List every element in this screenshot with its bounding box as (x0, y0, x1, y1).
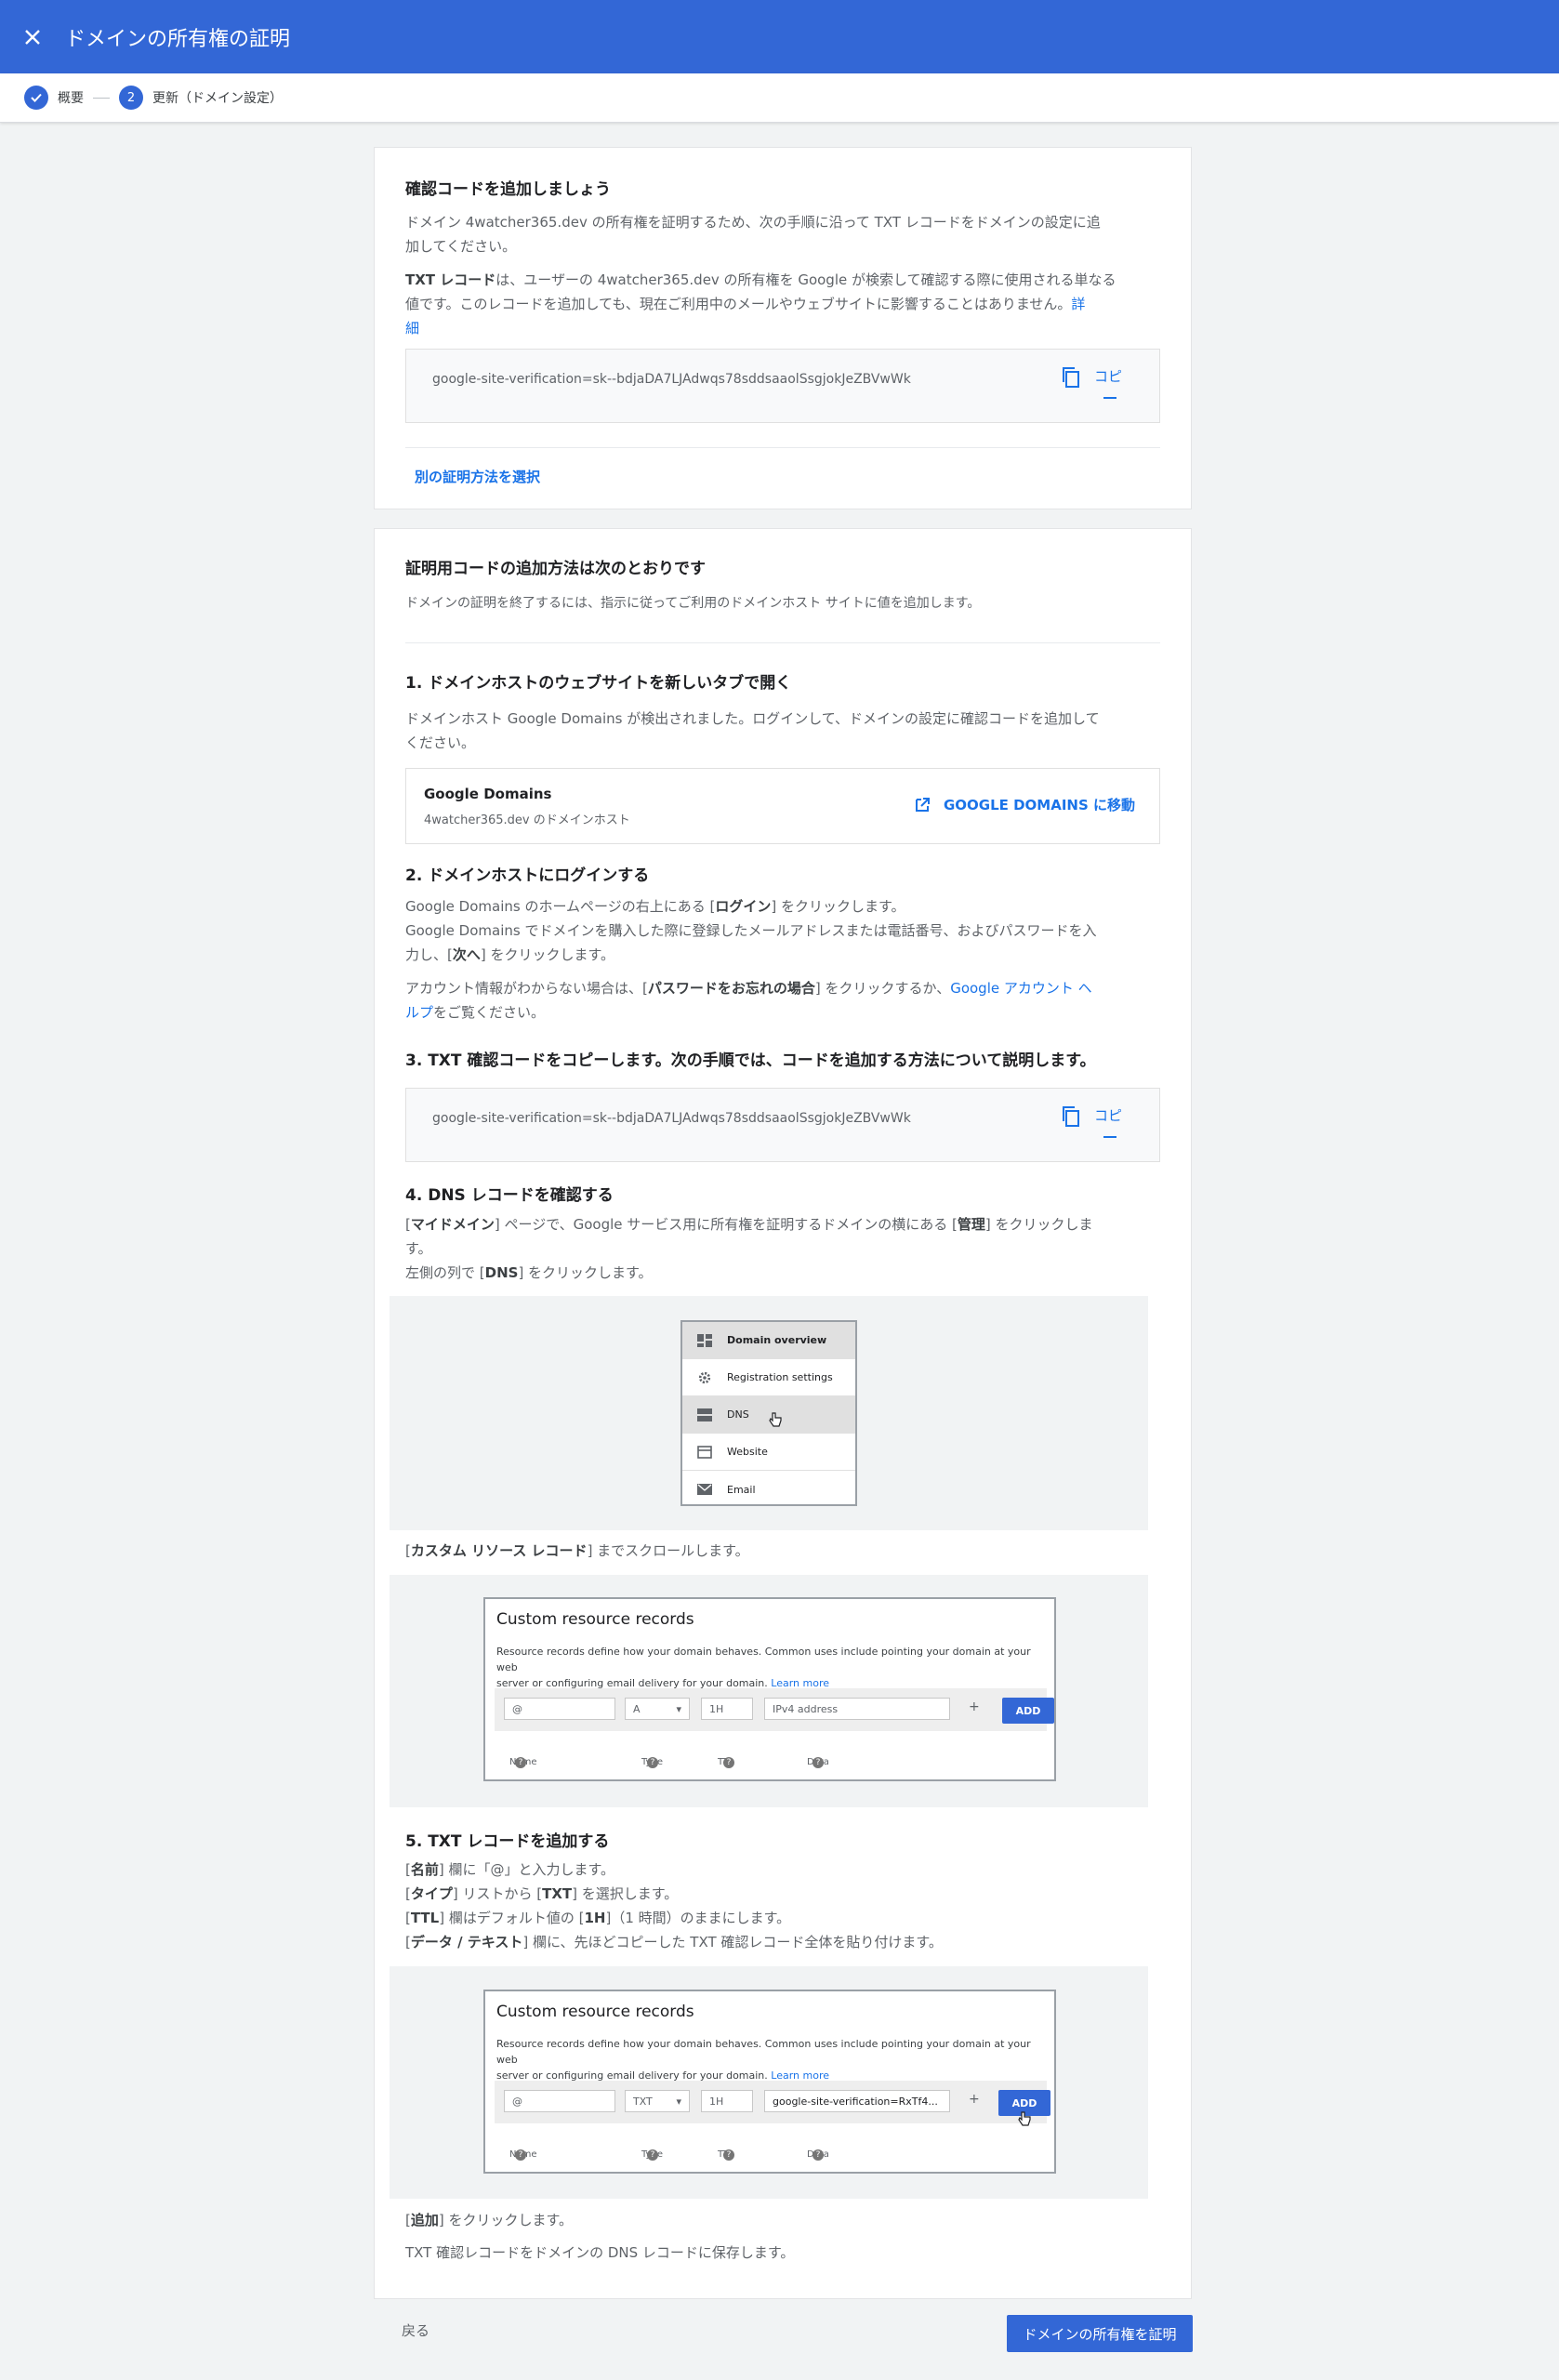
card2-divider (405, 642, 1160, 643)
copy-icon (1062, 367, 1079, 388)
verification-code-box-2: google-site-verification=sk--bdjaDA7LJAd… (405, 1088, 1160, 1162)
crr2-title: Custom resource records (496, 2003, 694, 2021)
step3-heading: 3. TXT 確認コードをコピーします。次の手順では、コードを追加する方法につい… (405, 1051, 1096, 1070)
verify-domain-button[interactable]: ドメインの所有権を証明 (1007, 2315, 1193, 2352)
alt-method-link[interactable]: 別の証明方法を選択 (415, 467, 1168, 486)
scroll-instruction: [カスタム リソース レコード] までスクロールします。 (405, 1542, 749, 1559)
step2-heading: 2. ドメインホストにログインする (405, 866, 650, 885)
copy-icon (1062, 1106, 1079, 1127)
stepper: 概要 2 更新（ドメイン設定） (0, 73, 1559, 123)
step-separator (93, 97, 110, 99)
click-add-instruction: [追加] をクリックします。 (405, 2212, 573, 2228)
verification-code-2[interactable]: google-site-verification=sk--bdjaDA7LJAd… (432, 1111, 911, 1126)
web-icon (697, 1445, 712, 1459)
menu-email: Email (682, 1471, 855, 1508)
copy-button-2[interactable]: コピ (1061, 1105, 1122, 1138)
domain-host-box: Google Domains 4watcher365.dev のドメインホスト … (405, 768, 1160, 844)
page-title: ドメインの所有権の証明 (65, 27, 291, 51)
crr2-ttl-field: 1H (701, 2090, 753, 2112)
learn-more-link-cont[interactable]: 細 (405, 316, 1158, 340)
menu-domain-overview: Domain overview (682, 1322, 855, 1359)
pointer-hand-icon (1018, 2111, 1031, 2126)
account-help-link[interactable]: Google アカウント ヘ (950, 980, 1091, 997)
verification-code-box: google-site-verification=sk--bdjaDA7LJAd… (405, 349, 1160, 423)
crr2-type-field: TXT ▾ (625, 2090, 690, 2112)
step1-heading: 1. ドメインホストのウェブサイトを新しいタブで開く (405, 674, 792, 693)
crr2-plus-icon: + (969, 2092, 980, 2107)
crr2-desc: Resource records define how your domain … (496, 2038, 1031, 2082)
card2-intro: ドメインの証明を終了するには、指示に従ってご利用のドメインホスト サイトに値を追… (405, 596, 981, 611)
menu-registration-settings: Registration settings (682, 1359, 855, 1396)
close-icon (25, 29, 40, 45)
copy-label: コピ (1093, 1107, 1122, 1138)
verification-code[interactable]: google-site-verification=sk--bdjaDA7LJAd… (432, 372, 911, 387)
crr1-ttl-field: 1H (701, 1698, 753, 1720)
menu-website: Website (682, 1434, 855, 1471)
step5-heading: 5. TXT レコードを追加する (405, 1832, 610, 1851)
crr2-name-field: @ (504, 2090, 615, 2112)
step1-label: 概要 (58, 91, 84, 106)
copy-button[interactable]: コピ (1061, 366, 1122, 399)
step2-number: 2 (119, 86, 143, 110)
step2-label: 更新（ドメイン設定） (152, 91, 283, 106)
card1-txt-explainer: TXT レコードは、ユーザーの 4watcher365.dev の所有権を Go… (405, 268, 1158, 340)
crr2-data-field: google-site-verification=RxTf4... (764, 2090, 950, 2112)
back-button[interactable]: 戻る (402, 2320, 429, 2340)
goto-domains-button[interactable]: GOOGLE DOMAINS に移動 (914, 795, 1135, 814)
gear-icon (698, 1371, 711, 1383)
dashboard-icon (697, 1333, 712, 1347)
step5-text: [名前] 欄に「@」と入力します。 [タイプ] リストから [TXT] を選択し… (405, 1861, 943, 1950)
dns-icon (697, 1408, 712, 1421)
step4-heading: 4. DNS レコードを確認する (405, 1186, 614, 1205)
copy-label: コピ (1093, 368, 1122, 399)
host-sub: 4watcher365.dev のドメインホスト (424, 813, 630, 827)
step1-text: ドメインホスト Google Domains が検出されました。ログインして、ド… (405, 710, 1100, 751)
crr1-add-button: ADD (1002, 1698, 1054, 1724)
crr1-type-field: A ▾ (625, 1698, 690, 1720)
custom-records-screenshot-1: Custom resource records Resource records… (483, 1597, 1056, 1781)
menu-dns: DNS (682, 1396, 855, 1434)
close-button[interactable] (0, 0, 65, 73)
account-help-link-cont[interactable]: ルプ (405, 1004, 433, 1021)
crr1-plus-icon: + (969, 1699, 980, 1714)
crr1-input-row: @ A ▾ 1H IPv4 address + ADD (495, 1688, 1054, 1731)
save-instruction: TXT 確認レコードをドメインの DNS レコードに保存します。 (405, 2244, 795, 2261)
pointer-hand-icon (769, 1412, 782, 1427)
learn-more-link[interactable]: 詳 (1071, 296, 1085, 312)
open-in-new-icon (915, 797, 930, 812)
card1-heading: 確認コードを追加しましょう (405, 180, 611, 199)
crr1-name-field: @ (504, 1698, 615, 1720)
custom-records-screenshot-2: Custom resource records Resource records… (483, 1990, 1056, 2174)
step4-text: [マイドメイン] ページで、Google サービス用に所有権を証明するドメインの… (405, 1216, 1093, 1281)
crr1-data-field: IPv4 address (764, 1698, 950, 1720)
crr1-desc: Resource records define how your domain … (496, 1646, 1031, 1689)
card1-intro: ドメイン 4watcher365.dev の所有権を証明するため、次の手順に沿っ… (405, 214, 1101, 255)
step1-done-icon (24, 86, 48, 110)
host-name: Google Domains (424, 786, 552, 802)
card2-heading: 証明用コードの追加方法は次のとおりです (405, 560, 706, 578)
crr1-title: Custom resource records (496, 1610, 694, 1629)
top-app-bar: ドメインの所有権の証明 (0, 0, 1559, 73)
card1-divider (405, 447, 1160, 448)
dns-menu-screenshot: Domain overview Registration settings DN… (680, 1320, 857, 1506)
mail-icon (697, 1484, 712, 1495)
crr2-input-row: @ TXT ▾ 1H google-site-verification=RxTf4… (495, 2081, 1050, 2126)
step2-text: Google Domains のホームページの右上にある [ログイン] をクリッ… (405, 898, 1097, 1021)
